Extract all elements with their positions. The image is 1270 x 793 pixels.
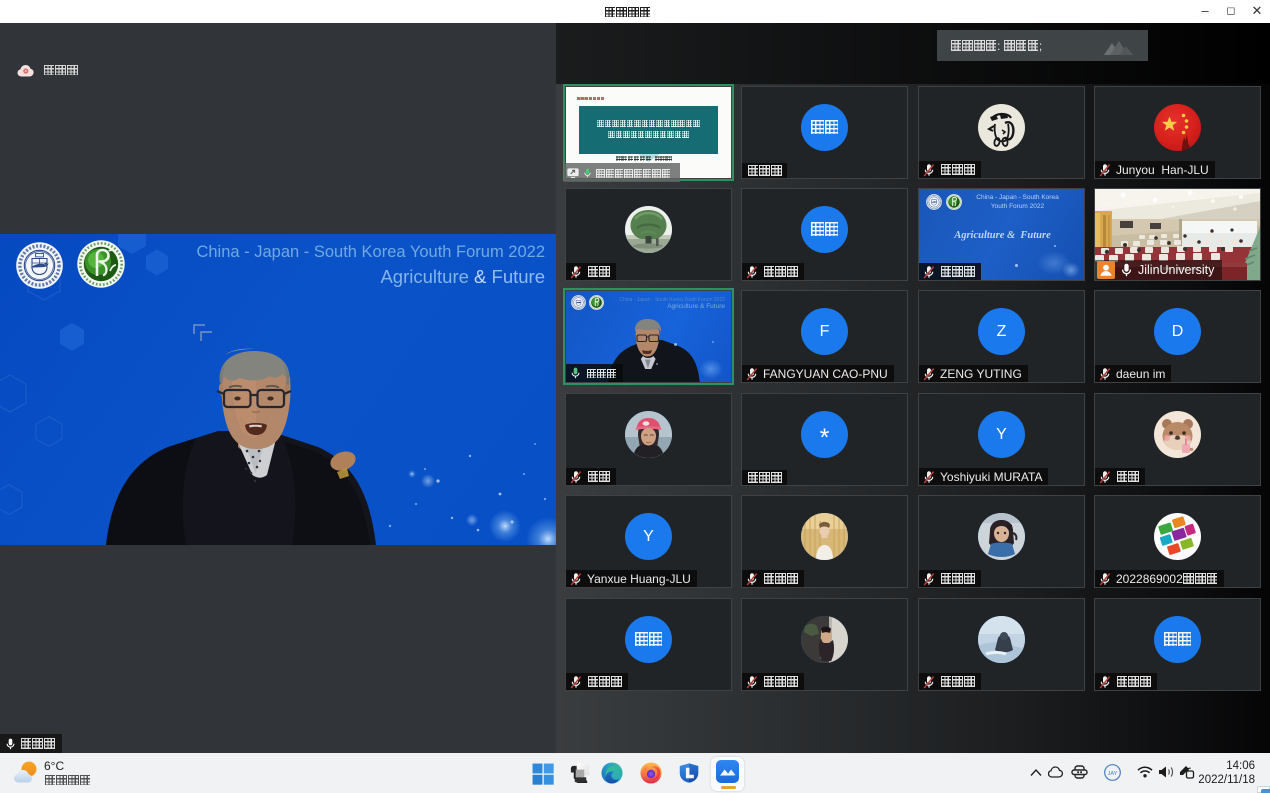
svg-text:JAY: JAY <box>1108 771 1118 777</box>
